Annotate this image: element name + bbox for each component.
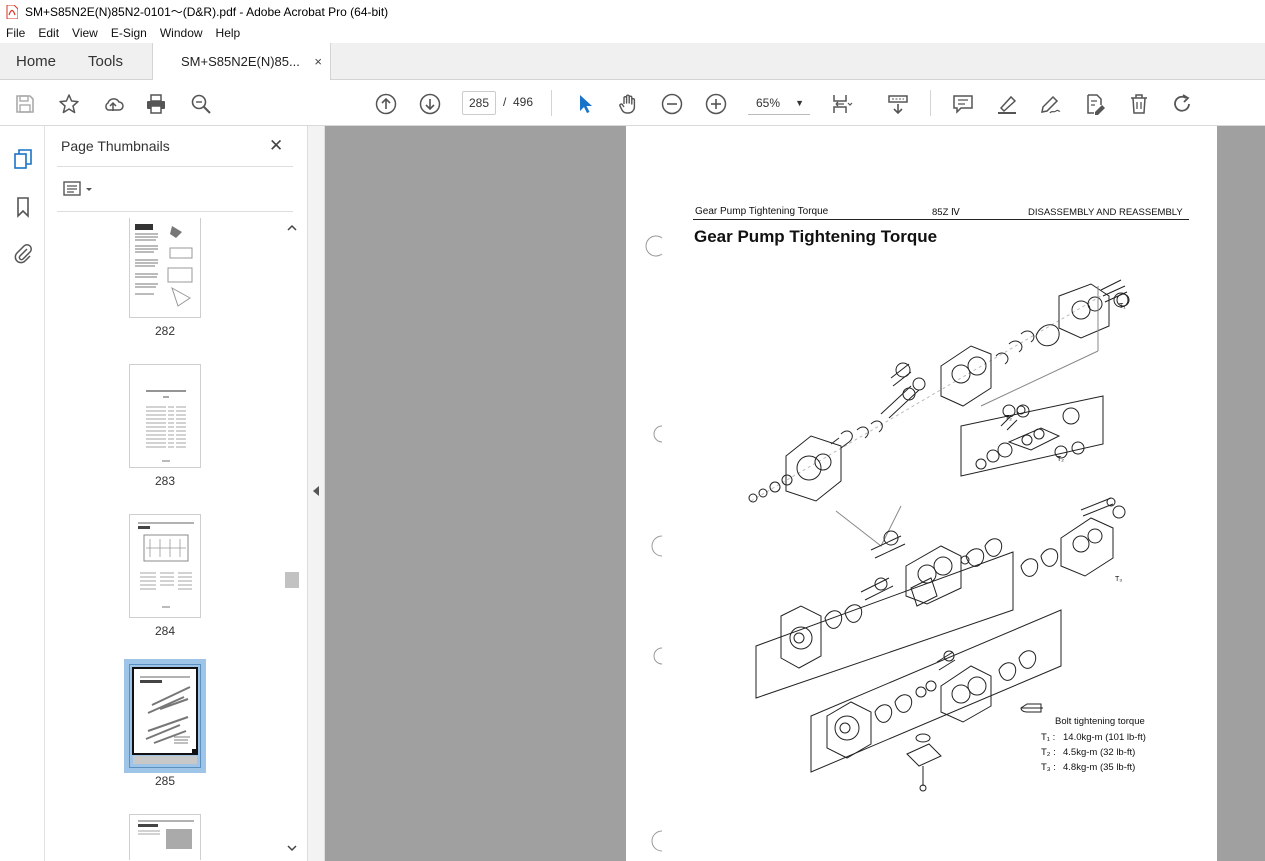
page-thumbnails-icon[interactable]	[10, 146, 36, 172]
callout-t1: T₁	[1119, 303, 1126, 310]
page-header-chapter: DISASSEMBLY AND REASSEMBLY	[1028, 207, 1183, 218]
edit-pdf-icon[interactable]	[1083, 92, 1107, 116]
menu-help[interactable]: Help	[216, 26, 241, 40]
document-view[interactable]: Gear Pump Tightening Torque 85Z Ⅳ DISASS…	[325, 126, 1265, 861]
tab-document-label: SM+S85N2E(N)85...	[181, 54, 300, 69]
menu-bar: File Edit View E-Sign Window Help	[0, 23, 1265, 43]
torque-legend-title: Bolt tightening torque	[1055, 716, 1145, 727]
page-fit-icon[interactable]	[830, 92, 854, 116]
torque-t1-value: 14.0kg-m (101 lb-ft)	[1063, 732, 1146, 743]
hand-icon[interactable]	[616, 92, 640, 116]
collapse-panel-icon[interactable]	[313, 486, 319, 496]
highlight-icon[interactable]	[995, 92, 1019, 116]
thumbnail-options-button[interactable]	[63, 180, 95, 201]
callout-t2-lower: T₂	[1057, 456, 1064, 463]
torque-t1-label: T₁ :	[1041, 732, 1056, 743]
bookmark-star-icon[interactable]	[57, 92, 81, 116]
chevron-down-icon: ▼	[795, 98, 804, 108]
attachments-icon[interactable]	[10, 240, 36, 266]
page-preview-image	[138, 522, 194, 608]
page-header-section: Gear Pump Tightening Torque	[695, 206, 829, 217]
sign-icon[interactable]	[1038, 92, 1062, 116]
page-preview-image	[132, 667, 198, 764]
thumbnail-page-282[interactable]	[129, 218, 201, 318]
torque-t2-value: 4.5kg-m (32 lb-ft)	[1063, 747, 1136, 758]
tab-tools[interactable]: Tools	[88, 43, 123, 80]
page-thumbnails-panel: Page Thumbnails ✕ 282 283 284 285	[45, 126, 307, 861]
zoom-level-select[interactable]: 65% ▼	[748, 91, 810, 115]
thumbnail-scrollbar[interactable]	[284, 218, 300, 858]
previous-page-icon[interactable]	[374, 92, 398, 116]
thumbnail-page-next[interactable]	[129, 814, 201, 860]
page-preview-image	[135, 224, 193, 307]
redo-icon[interactable]	[1171, 92, 1195, 116]
delete-icon[interactable]	[1127, 92, 1151, 116]
page-title: Gear Pump Tightening Torque	[694, 227, 938, 246]
scroll-mode-icon[interactable]	[886, 92, 910, 116]
torque-t3-value: 4.8kg-m (35 lb-ft)	[1063, 762, 1136, 773]
scrollbar-arrows	[287, 224, 297, 852]
torque-t3-label: T₃ :	[1041, 762, 1056, 773]
next-page-icon[interactable]	[418, 92, 442, 116]
close-tab-icon[interactable]: ×	[314, 43, 322, 80]
panel-title: Page Thumbnails	[61, 138, 170, 154]
toolbar-divider	[930, 90, 931, 116]
torque-t2-label: T₂ :	[1041, 747, 1056, 758]
menu-file[interactable]: File	[6, 26, 25, 40]
save-icon[interactable]	[13, 92, 37, 116]
zoom-level-value: 65%	[756, 96, 781, 110]
title-bar: SM+S85N2E(N)85N2-0101～(D&R).pdf - Adobe …	[0, 0, 1265, 23]
scrollbar-thumb[interactable]	[285, 572, 299, 588]
binder-holes	[645, 235, 663, 852]
page-separator: /	[503, 95, 507, 109]
divider	[57, 166, 293, 167]
thumbnail-page-285[interactable]	[124, 659, 206, 773]
zoom-out-icon[interactable]	[660, 92, 684, 116]
thumbnail-label: 283	[154, 474, 176, 488]
callout-t3: T₃	[1115, 576, 1123, 583]
options-menu-icon	[63, 181, 92, 196]
divider	[57, 211, 293, 212]
search-icon[interactable]	[189, 92, 213, 116]
thumbnail-page-284[interactable]	[129, 514, 201, 618]
window-title: SM+S85N2E(N)85N2-0101～(D&R).pdf - Adobe …	[25, 5, 389, 19]
share-icon[interactable]	[101, 92, 125, 116]
menu-view[interactable]: View	[72, 26, 98, 40]
thumbnail-list[interactable]: 282 283 284 285	[57, 218, 285, 860]
left-navigation-rail	[0, 126, 45, 861]
page-preview-image	[146, 390, 186, 462]
menu-edit[interactable]: Edit	[38, 26, 59, 40]
callout-t2: T₂	[1005, 415, 1012, 422]
page-header-model: 85Z Ⅳ	[932, 207, 960, 218]
thumbnail-label: 282	[154, 324, 176, 338]
thumbnail-label: 284	[154, 624, 176, 638]
tab-home[interactable]: Home	[16, 43, 56, 80]
thumbnail-page-283[interactable]	[129, 364, 201, 468]
panel-splitter[interactable]	[307, 126, 325, 861]
bookmarks-icon[interactable]	[10, 194, 36, 220]
tab-bar: Home Tools SM+S85N2E(N)85... ×	[0, 43, 1265, 81]
thumbnail-label: 285	[154, 774, 176, 788]
pdf-page: Gear Pump Tightening Torque 85Z Ⅳ DISASS…	[626, 126, 1217, 861]
acrobat-app-icon	[6, 4, 18, 19]
toolbar: 285 / 496 65% ▼	[0, 80, 1265, 126]
print-icon[interactable]	[144, 92, 168, 116]
page-preview-image	[138, 820, 194, 849]
zoom-in-icon[interactable]	[704, 92, 728, 116]
select-cursor-icon[interactable]	[573, 92, 597, 116]
close-panel-icon[interactable]: ✕	[269, 136, 283, 156]
page-number-input[interactable]: 285	[462, 91, 496, 115]
total-pages: 496	[513, 95, 534, 109]
toolbar-divider	[551, 90, 552, 116]
header-rule	[693, 219, 1189, 220]
menu-window[interactable]: Window	[160, 26, 203, 40]
menu-esign[interactable]: E-Sign	[111, 26, 147, 40]
tab-document[interactable]: SM+S85N2E(N)85... ×	[152, 43, 331, 81]
comment-icon[interactable]	[951, 92, 975, 116]
